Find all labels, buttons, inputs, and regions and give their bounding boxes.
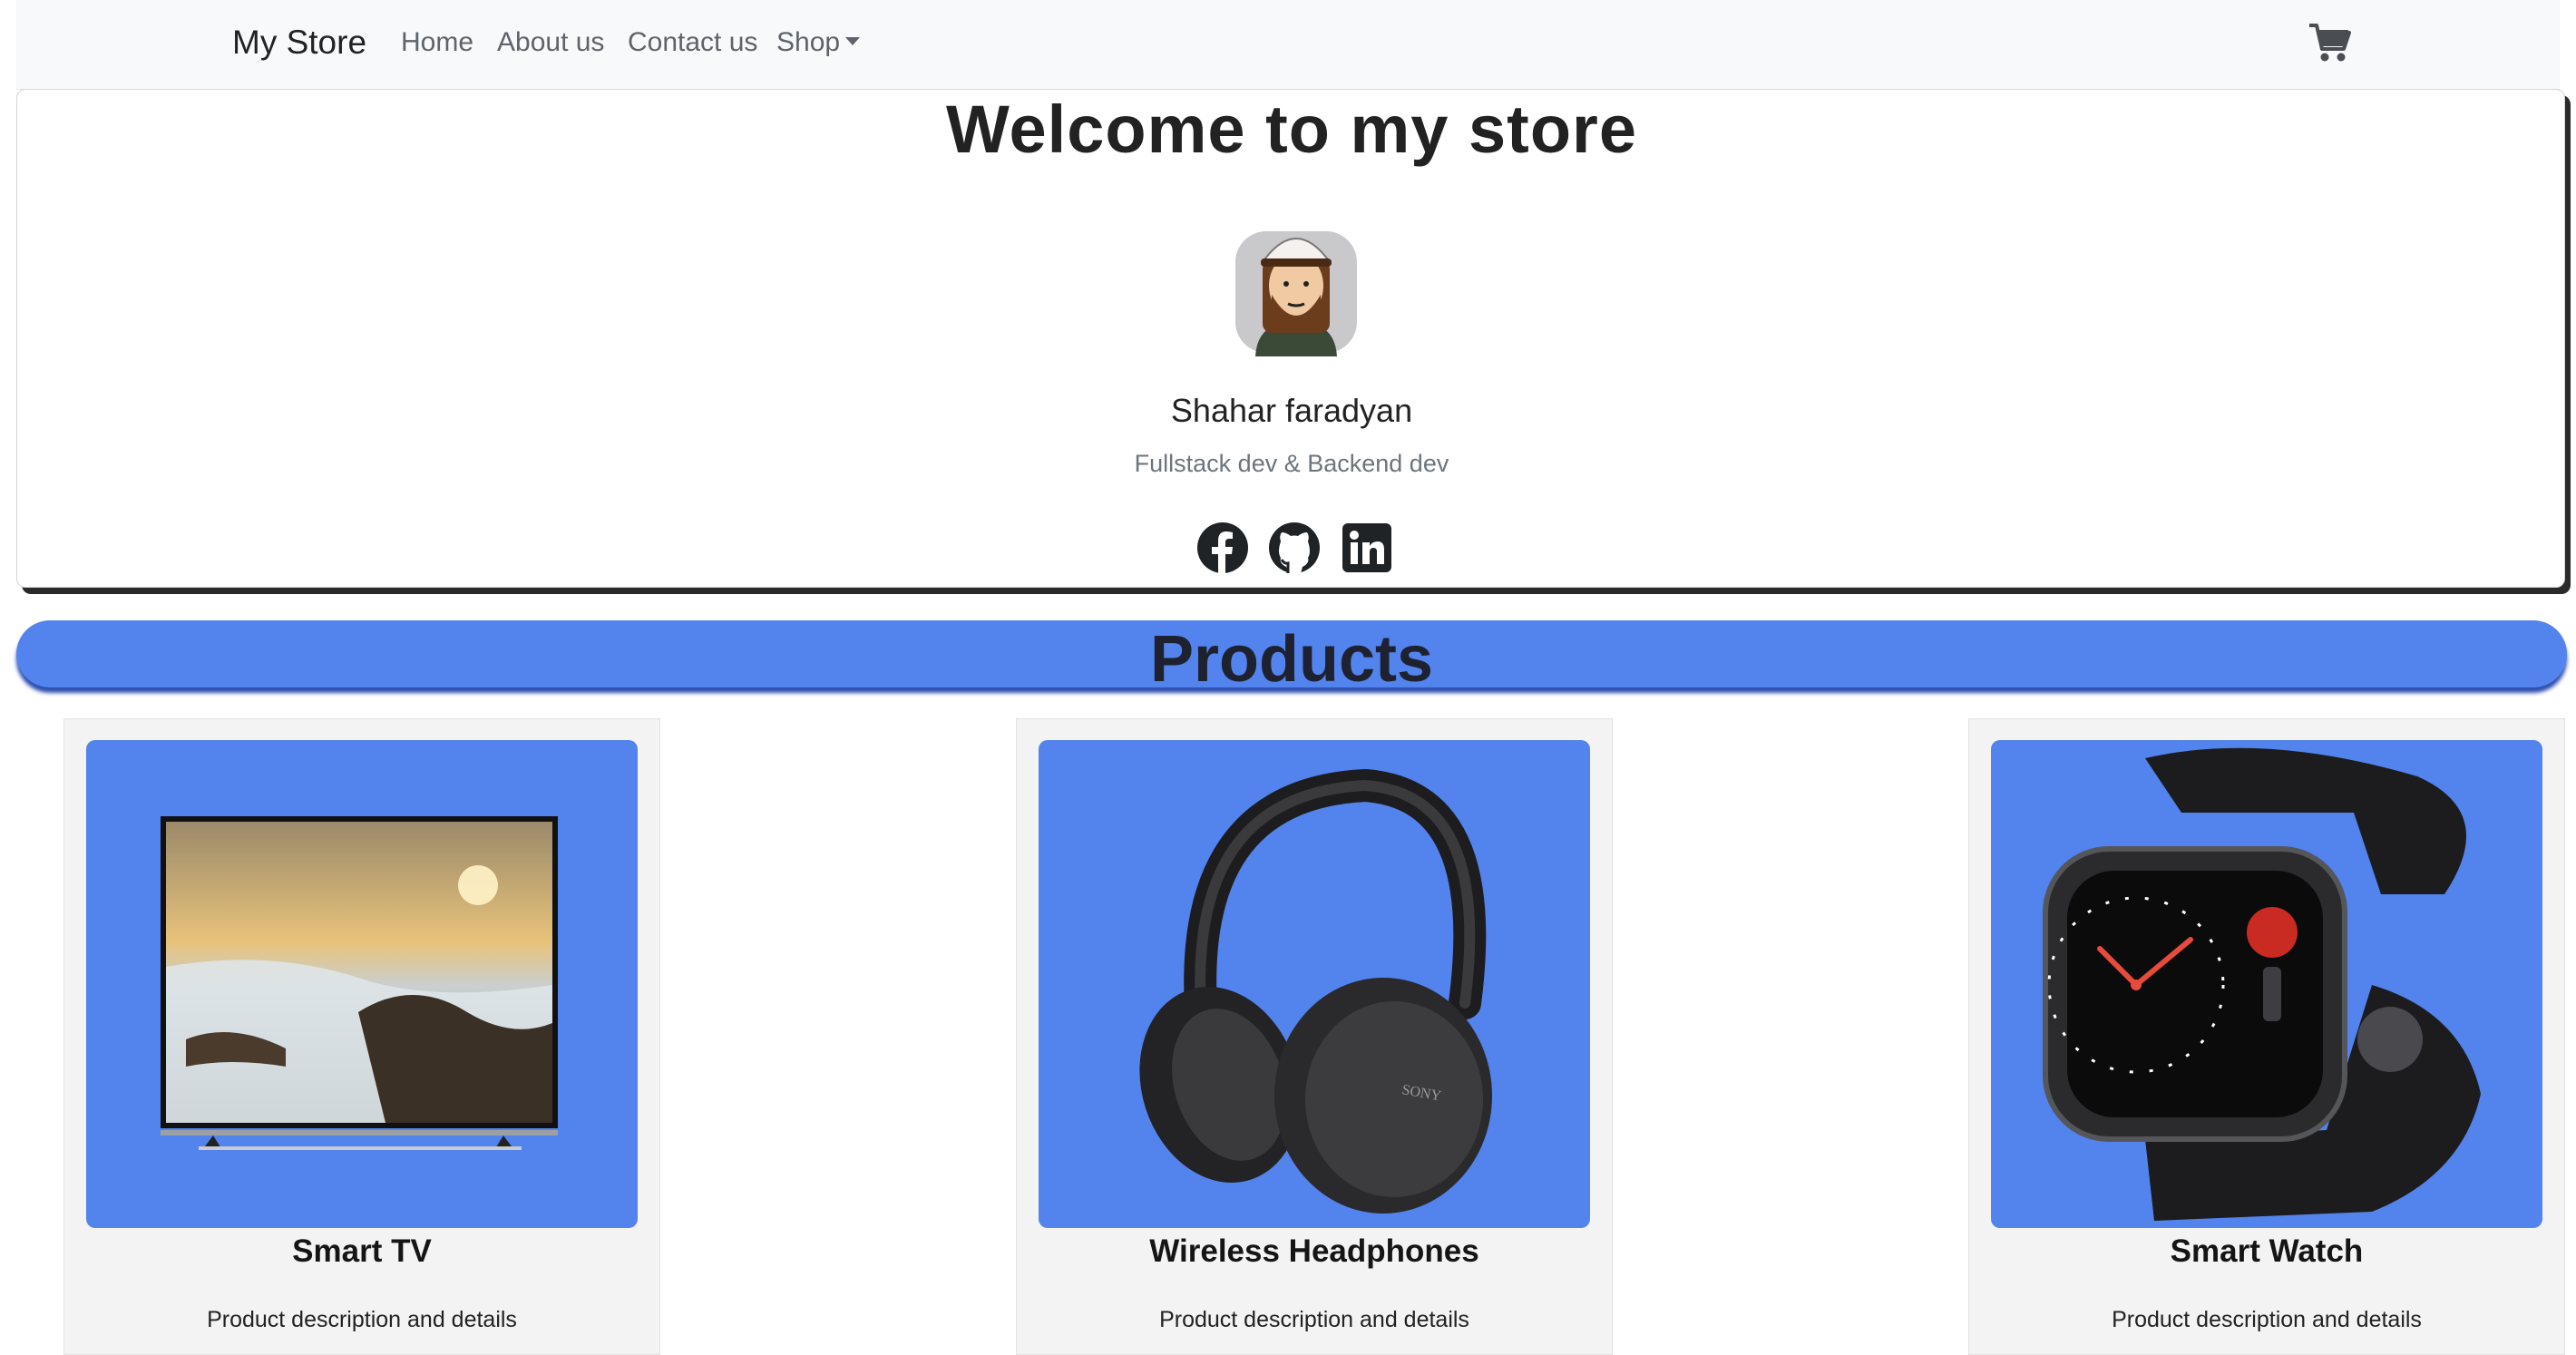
brand-link[interactable]: My Store (232, 24, 366, 62)
product-card[interactable]: Smart TV Product description and details (63, 718, 660, 1355)
linkedin-icon[interactable] (1341, 522, 1393, 574)
product-image-headphones: SONY (1039, 740, 1590, 1228)
products-heading: Products (1149, 623, 1434, 696)
product-image-watch (1991, 740, 2542, 1228)
nav-contact-link[interactable]: Contact us (628, 27, 757, 58)
nav-about-link[interactable]: About us (497, 27, 604, 58)
product-description: Product description and details (207, 1307, 517, 1332)
facebook-icon[interactable] (1196, 522, 1249, 574)
navbar: My Store Home About us Contact us Shop (16, 0, 2560, 90)
product-description: Product description and details (1159, 1307, 1469, 1332)
product-title: Wireless Headphones (1149, 1233, 1479, 1269)
product-card[interactable]: SONY Wireless Headphones Product descrip… (1016, 718, 1613, 1355)
product-description: Product description and details (2112, 1307, 2422, 1332)
product-card[interactable]: Smart Watch Product description and deta… (1968, 718, 2565, 1355)
nav-home-link[interactable]: Home (401, 27, 473, 58)
profile-role: Fullstack dev & Backend dev (1134, 450, 1449, 477)
product-image-tv (86, 740, 638, 1228)
github-icon[interactable] (1268, 522, 1321, 574)
caret-down-icon (845, 36, 861, 45)
cart-icon[interactable] (2308, 22, 2351, 63)
avatar (1235, 220, 1357, 356)
shop-label: Shop (776, 27, 841, 57)
profile-name: Shahar faradyan (1170, 392, 1413, 429)
shop-dropdown-toggle[interactable]: Shop (776, 27, 861, 58)
product-title: Smart Watch (2170, 1233, 2364, 1269)
welcome-heading: Welcome to my store (946, 92, 1637, 167)
product-title: Smart TV (292, 1233, 432, 1269)
